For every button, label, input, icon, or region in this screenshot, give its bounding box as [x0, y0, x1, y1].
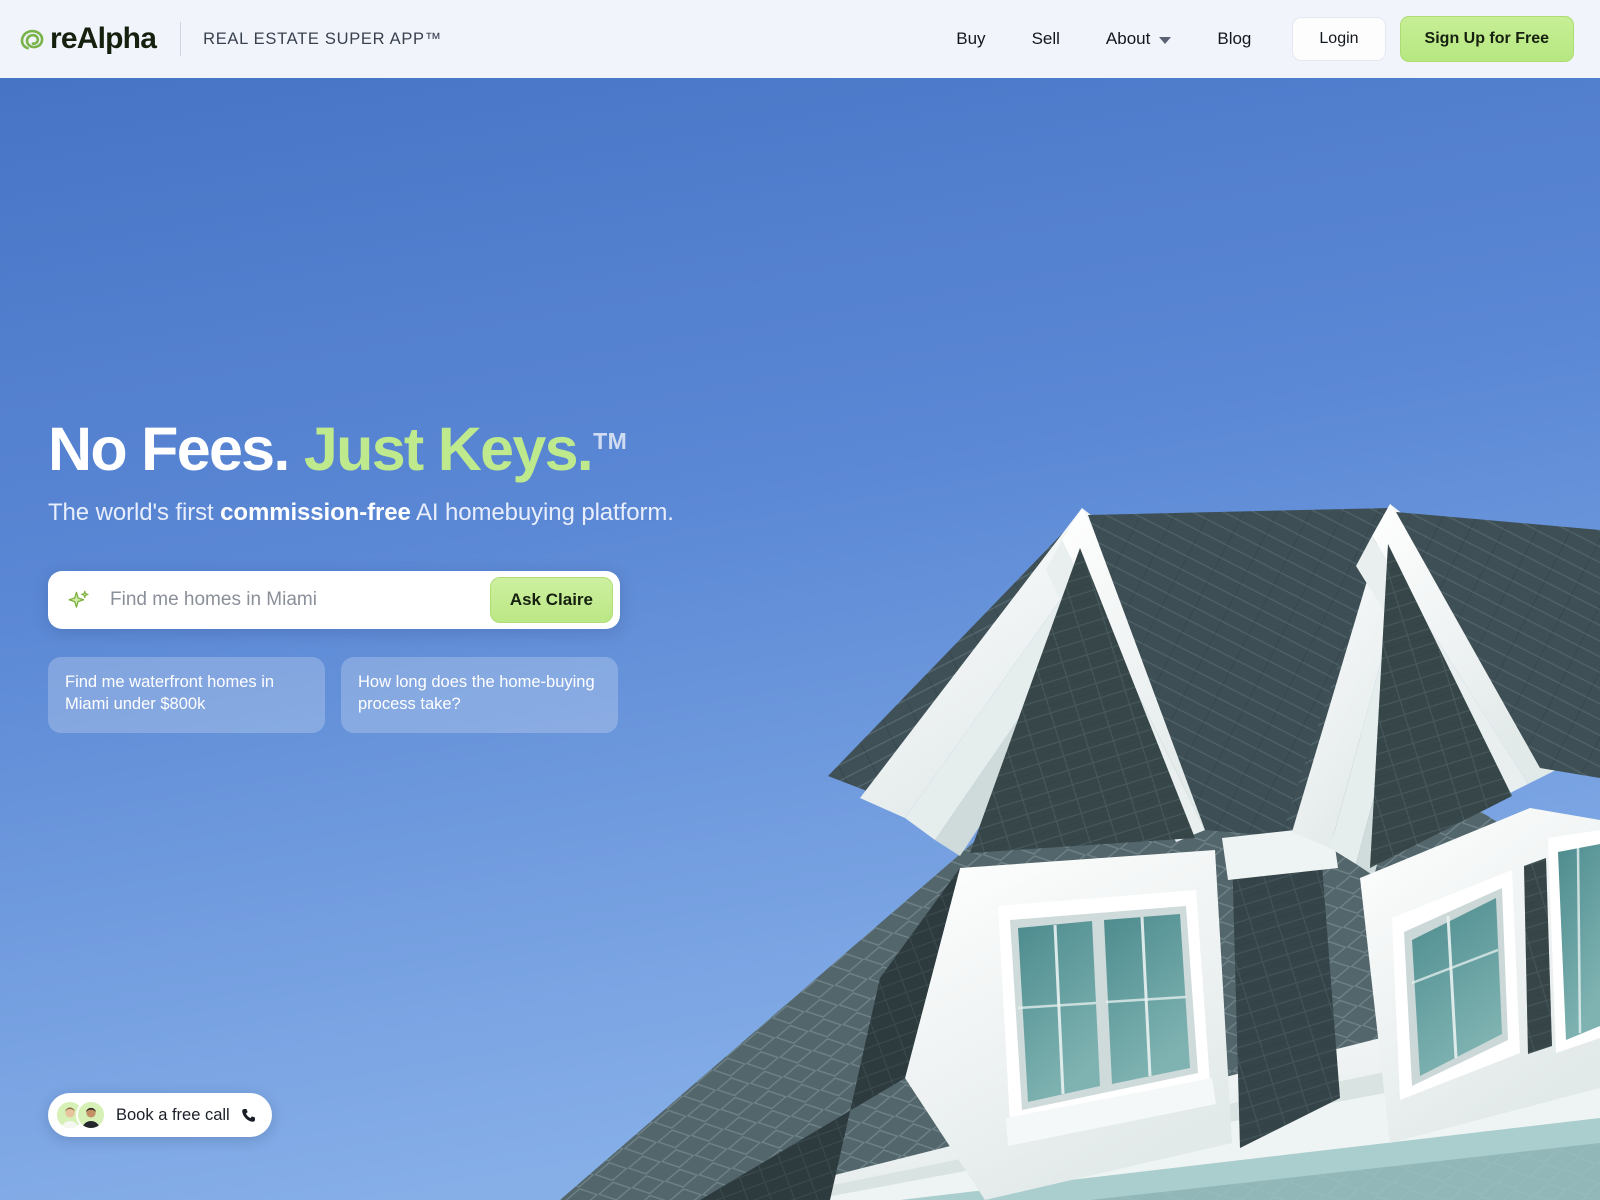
suggestion-chip[interactable]: Find me waterfront homes in Miami under …	[48, 657, 325, 734]
trademark-mark: TM	[593, 427, 628, 454]
signup-button[interactable]: Sign Up for Free	[1399, 16, 1574, 62]
book-free-call-widget[interactable]: Book a free call	[48, 1093, 272, 1137]
phone-icon	[241, 1108, 255, 1122]
login-button[interactable]: Login	[1292, 17, 1386, 61]
subtitle-emphasis: commission-free	[220, 499, 411, 527]
nav-item-about[interactable]: About	[1083, 19, 1194, 59]
site-tagline: REAL ESTATE SUPER APP™	[203, 29, 442, 48]
subtitle-pre: The world's first	[48, 499, 221, 527]
nav-label-sell: Sell	[1031, 29, 1060, 48]
page-title: No Fees. Just Keys.TM	[48, 415, 748, 483]
hero-section: No Fees. Just Keys.TM The world's first …	[0, 78, 1600, 1200]
book-call-label: Book a free call	[116, 1105, 230, 1124]
chevron-down-icon	[1159, 37, 1172, 44]
landing-page: reAlpha REAL ESTATE SUPER APP™ Buy Sell …	[0, 0, 1600, 1200]
nav-item-blog[interactable]: Blog	[1194, 19, 1274, 59]
main-navigation: Buy Sell About Blog Login Sign Up for Fr…	[933, 16, 1574, 62]
nav-label-blog: Blog	[1217, 29, 1252, 48]
page-subtitle: The world's first commission-free AI hom…	[48, 499, 748, 527]
nav-item-sell[interactable]: Sell	[1009, 19, 1083, 59]
brand-divider	[180, 22, 182, 56]
ai-search-bar[interactable]: Ask Claire	[48, 571, 620, 630]
search-input[interactable]	[102, 589, 490, 612]
agent-avatars	[55, 1100, 106, 1130]
ask-claire-button[interactable]: Ask Claire	[489, 577, 613, 624]
realpha-spiral-icon	[20, 29, 44, 50]
headline-part-1: No Fees.	[48, 415, 290, 483]
logo-wordmark: reAlpha	[50, 22, 157, 55]
avatar	[76, 1100, 106, 1130]
sparkle-icon	[68, 591, 89, 609]
suggestion-chip[interactable]: How long does the home-buying process ta…	[341, 657, 618, 734]
brand-logo[interactable]: reAlpha	[18, 22, 157, 55]
headline-part-2: Just Keys.	[303, 415, 594, 483]
nav-item-buy[interactable]: Buy	[933, 19, 1008, 59]
subtitle-post: AI homebuying platform.	[410, 499, 674, 527]
nav-label-buy: Buy	[956, 29, 986, 48]
nav-label-about: About	[1105, 29, 1151, 48]
hero-content: No Fees. Just Keys.TM The world's first …	[48, 415, 748, 734]
suggestion-chips: Find me waterfront homes in Miami under …	[48, 657, 748, 734]
site-header: reAlpha REAL ESTATE SUPER APP™ Buy Sell …	[0, 0, 1600, 78]
